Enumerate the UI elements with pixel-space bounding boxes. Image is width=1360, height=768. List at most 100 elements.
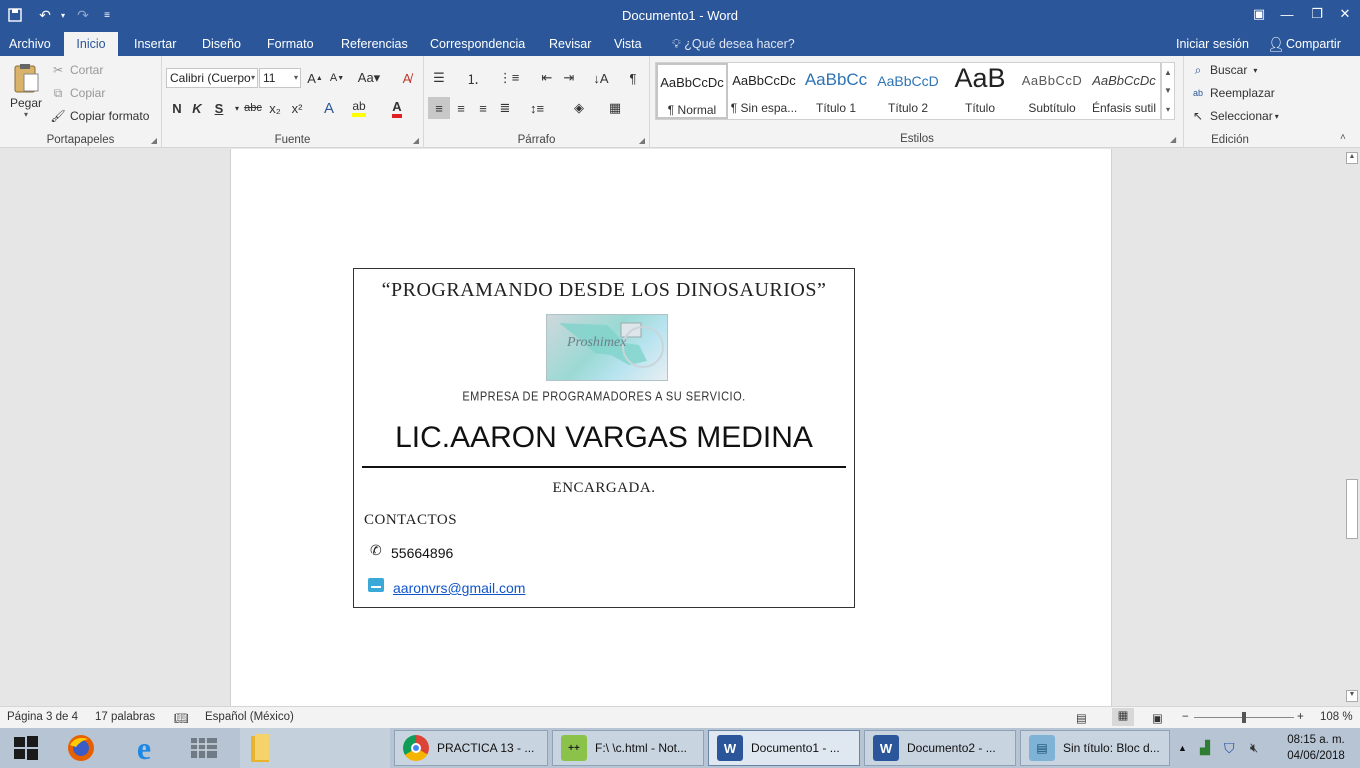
page-count[interactable]: Página 3 de 4	[7, 711, 78, 723]
copy-button[interactable]: ⧉ Copiar	[50, 85, 106, 101]
firefox-icon[interactable]	[62, 728, 100, 768]
ribbon-display-icon[interactable]: ▣	[1244, 2, 1274, 26]
tab-correspondencia[interactable]: Correspondencia	[422, 32, 533, 56]
find-button[interactable]: ⌕ Buscar ▾	[1190, 62, 1258, 78]
align-center-icon[interactable]: ≡	[450, 97, 472, 119]
tab-referencias[interactable]: Referencias	[333, 32, 416, 56]
tab-diseno[interactable]: Diseño	[194, 32, 249, 56]
proofing-icon[interactable]: 📖︎	[174, 711, 189, 725]
tray-overflow-icon[interactable]: ▲	[1178, 728, 1187, 768]
tab-inicio[interactable]: Inicio	[64, 32, 118, 56]
font-launcher-icon[interactable]: ◢	[413, 136, 419, 145]
app-grid-icon[interactable]	[184, 728, 224, 768]
restore-icon[interactable]: ❐	[1302, 2, 1332, 26]
tab-archivo[interactable]: Archivo	[1, 32, 59, 56]
more-styles-icon[interactable]: ▾	[1166, 105, 1170, 114]
sort-icon[interactable]: ↓A	[590, 67, 612, 89]
paste-button[interactable]: Pegar ▾	[8, 62, 44, 119]
clipboard-launcher-icon[interactable]: ◢	[151, 136, 157, 145]
close-icon[interactable]: ✕	[1330, 2, 1360, 26]
taskbar-window-notepadpp[interactable]: ++ F:\ \c.html - Not...	[552, 730, 704, 766]
replace-button[interactable]: ab Reemplazar	[1190, 85, 1275, 101]
style-subtle-emphasis[interactable]: AaBbCcDc Énfasis sutil	[1088, 63, 1160, 119]
taskbar-window-chrome[interactable]: PRACTICA 13 - ...	[394, 730, 548, 766]
paste-dropdown-icon[interactable]: ▾	[24, 110, 28, 119]
scroll-thumb[interactable]	[1346, 479, 1358, 539]
zoom-level[interactable]: 108 %	[1320, 711, 1353, 723]
borders-icon[interactable]: ▦	[604, 97, 626, 119]
shading-icon[interactable]: ◈	[568, 97, 590, 119]
justify-icon[interactable]: ≣	[494, 97, 516, 119]
web-layout-icon[interactable]: ▣	[1152, 711, 1163, 725]
style-heading-2[interactable]: AaBbCcD Título 2	[872, 63, 944, 119]
scroll-down-icon[interactable]: ▼	[1164, 86, 1172, 95]
shield-icon[interactable]: ⛉	[1224, 728, 1235, 768]
share-button[interactable]: 👤︎ Compartir	[1264, 32, 1341, 56]
increase-indent-icon[interactable]: ⇥	[558, 67, 580, 89]
tab-formato[interactable]: Formato	[259, 32, 322, 56]
text-effects-icon[interactable]: A	[318, 97, 340, 119]
select-button[interactable]: ↖ Seleccionar ▾	[1190, 108, 1279, 124]
style-no-spacing[interactable]: AaBbCcDc ¶ Sin espa...	[728, 63, 800, 119]
windows-start-icon[interactable]	[8, 728, 44, 768]
align-right-icon[interactable]: ≡	[472, 97, 494, 119]
decrease-indent-icon[interactable]: ⇤	[536, 67, 558, 89]
font-size-field[interactable]: 11 ▾	[259, 68, 301, 88]
file-explorer-icon[interactable]	[240, 728, 390, 768]
italic-button[interactable]: K	[186, 97, 208, 119]
network-icon[interactable]: ▟	[1200, 728, 1210, 768]
print-layout-icon[interactable]: ▦	[1112, 708, 1134, 726]
taskbar-window-documento1[interactable]: W Documento1 - ...	[708, 730, 860, 766]
language[interactable]: Español (México)	[205, 711, 294, 723]
format-painter-button[interactable]: 🖌︎ Copiar formato	[50, 108, 149, 124]
zoom-out-icon[interactable]: −	[1182, 711, 1189, 723]
grow-font-icon[interactable]: A ▲	[304, 67, 326, 89]
word-count[interactable]: 17 palabras	[95, 711, 155, 723]
paragraph-launcher-icon[interactable]: ◢	[639, 136, 645, 145]
tell-me-box[interactable]: 💡︎ ¿Qué desea hacer?	[664, 32, 803, 56]
zoom-slider-thumb[interactable]	[1242, 712, 1246, 723]
font-name-field[interactable]: Calibri (Cuerpo ▾	[166, 68, 258, 88]
system-clock[interactable]: 08:15 a. m. 04/06/2018	[1276, 732, 1356, 764]
document-page[interactable]: “PROGRAMANDO DESDE LOS DINOSAURIOS” Pros…	[230, 149, 1112, 706]
vertical-scrollbar[interactable]: ▲ ▼	[1344, 149, 1360, 706]
style-heading-1[interactable]: AaBbCc Título 1	[800, 63, 872, 119]
subscript-button[interactable]: x₂	[264, 97, 286, 119]
cut-button[interactable]: ✂ Cortar	[50, 62, 103, 78]
line-spacing-icon[interactable]: ↕≡	[526, 97, 548, 119]
font-color-icon[interactable]: A	[386, 97, 408, 119]
tab-revisar[interactable]: Revisar	[541, 32, 599, 56]
change-case-icon[interactable]: Aa▾	[354, 67, 384, 89]
multilevel-list-icon[interactable]: ⋮≡	[498, 67, 520, 89]
styles-scroll[interactable]: ▲ ▼ ▾	[1161, 62, 1175, 120]
align-left-icon[interactable]: ≡	[428, 97, 450, 119]
internet-explorer-icon[interactable]: e	[124, 728, 164, 768]
show-marks-icon[interactable]: ¶	[622, 67, 644, 89]
taskbar-window-documento2[interactable]: W Documento2 - ...	[864, 730, 1016, 766]
volume-icon[interactable]: 🔇︎	[1250, 728, 1258, 768]
minimize-icon[interactable]: —	[1272, 2, 1302, 26]
signin-link[interactable]: Iniciar sesión	[1176, 32, 1249, 56]
email-link[interactable]: aaronvrs@gmail.com	[393, 580, 525, 596]
tab-insertar[interactable]: Insertar	[126, 32, 184, 56]
numbering-icon[interactable]: ⒈	[462, 67, 484, 89]
taskbar-window-notepad[interactable]: ▤ Sin título: Bloc d...	[1020, 730, 1170, 766]
bold-button[interactable]: N	[166, 97, 188, 119]
zoom-in-icon[interactable]: +	[1297, 711, 1304, 723]
collapse-ribbon-icon[interactable]: ˄	[1340, 132, 1346, 143]
scroll-up-icon[interactable]: ▲	[1164, 68, 1172, 77]
styles-launcher-icon[interactable]: ◢	[1170, 135, 1176, 144]
shrink-font-icon[interactable]: A ▼	[326, 67, 348, 89]
read-mode-icon[interactable]: ▤	[1076, 711, 1087, 725]
tab-vista[interactable]: Vista	[606, 32, 650, 56]
bullets-icon[interactable]: ☰	[428, 67, 450, 89]
style-subtitle[interactable]: AaBbCcD Subtítulo	[1016, 63, 1088, 119]
style-title[interactable]: AaB Título	[944, 63, 1016, 119]
scroll-up-icon[interactable]: ▲	[1346, 152, 1358, 164]
style-normal[interactable]: AaBbCcDc ¶ Normal	[656, 63, 728, 119]
strikethrough-button[interactable]: abc	[242, 97, 264, 119]
clear-formatting-icon[interactable]: A̸	[396, 67, 418, 89]
highlight-icon[interactable]: ab	[348, 97, 370, 119]
superscript-button[interactable]: x²	[286, 97, 308, 119]
scroll-down-icon[interactable]: ▼	[1346, 690, 1358, 702]
